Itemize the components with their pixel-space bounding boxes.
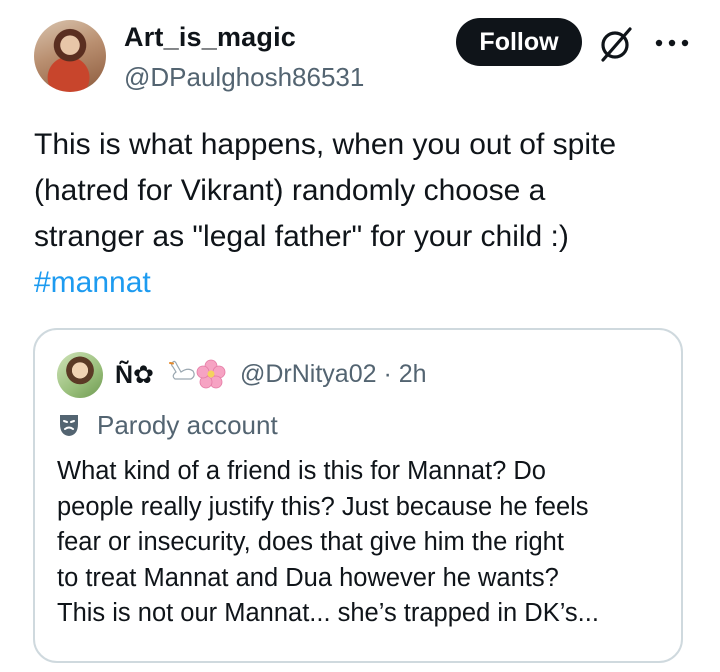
tweet-line: stranger as "legal father" for your chil…	[34, 220, 569, 253]
quoted-line: What kind of a friend is this for Mannat…	[57, 457, 546, 485]
quoted-line: people really justify this? Just because…	[57, 492, 589, 521]
quoted-tweet-card[interactable]: Ñ✿ @DrNitya02 · 2h Parody account What k…	[33, 328, 683, 663]
more-icon[interactable]	[654, 38, 690, 48]
author-avatar[interactable]	[34, 20, 106, 92]
tweet-text: This is what happens, when you out of sp…	[34, 122, 694, 306]
grok-icon[interactable]	[596, 26, 636, 62]
quoted-avatar[interactable]	[57, 352, 103, 398]
cherry-blossom-emoji-icon	[196, 359, 226, 389]
follow-button[interactable]: Follow	[456, 18, 582, 66]
author-handle[interactable]: @DPaulghosh86531	[124, 62, 364, 93]
tweet-line: This is what happens, when you out of sp…	[34, 128, 617, 161]
quoted-line: fear or insecurity, does that give him t…	[57, 528, 564, 556]
swan-emoji-icon	[169, 360, 195, 380]
tweet-line: (hatred for Vikrant) randomly choose a	[34, 174, 546, 207]
parody-account-label: Parody account	[97, 410, 278, 440]
quoted-line: to treat Mannat and Dua however he wants…	[57, 563, 559, 592]
hashtag-link[interactable]: #mannat	[34, 260, 694, 306]
author-display-name[interactable]: Art_is_magic	[124, 22, 296, 53]
quoted-tweet-text: What kind of a friend is this for Mannat…	[57, 454, 667, 632]
quoted-handle-time: @DrNitya02 · 2h	[240, 360, 427, 388]
quoted-line: This is not our Mannat... she’s trapped …	[57, 599, 599, 627]
quoted-display-name: Ñ✿	[115, 361, 155, 389]
theater-mask-icon	[60, 415, 78, 436]
